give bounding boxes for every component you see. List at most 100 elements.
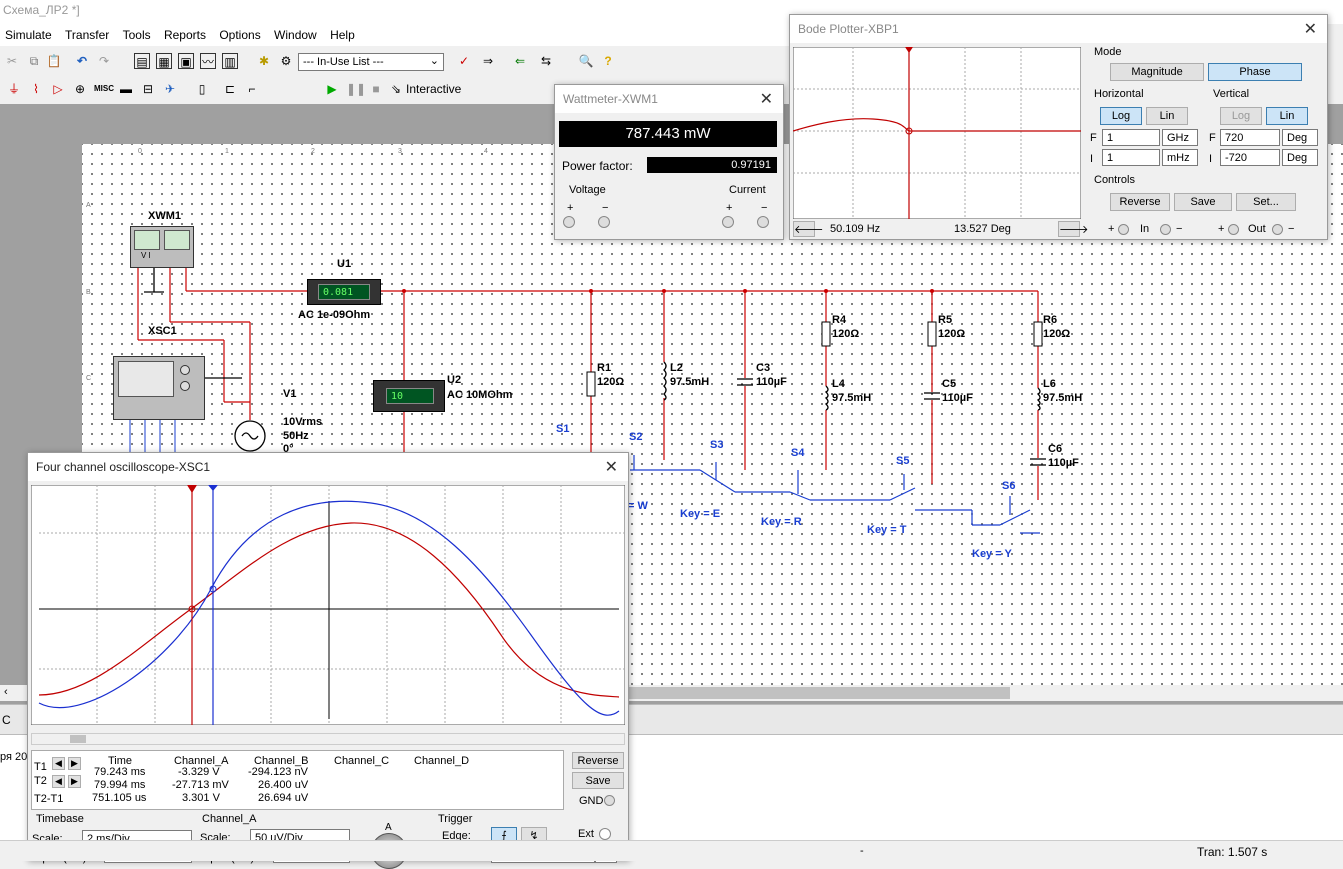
scroll-left-icon[interactable]: ‹ bbox=[4, 686, 8, 698]
label-r4: R4 bbox=[832, 314, 847, 326]
vertical-initial-input[interactable]: -720 bbox=[1220, 149, 1280, 166]
vertical-lin-button[interactable]: Lin bbox=[1266, 107, 1308, 125]
close-icon[interactable]: ✕ bbox=[1304, 19, 1317, 39]
trigger-label: Trigger bbox=[438, 813, 473, 825]
ammeter-u1[interactable]: 0.081 bbox=[307, 279, 381, 305]
status-bar: - Tran: 1.507 s bbox=[0, 840, 1343, 861]
label-c3: C3 bbox=[756, 362, 771, 374]
bode-out-minus-terminal[interactable] bbox=[1272, 224, 1283, 235]
label-s5[interactable]: S5 bbox=[896, 455, 909, 467]
bode-phase-plot[interactable] bbox=[793, 47, 1081, 219]
vertical-log-button[interactable]: Log bbox=[1220, 107, 1262, 125]
t1-right-button[interactable]: ▶ bbox=[68, 757, 81, 770]
label-v1-vrms: 10Vrms bbox=[283, 416, 323, 428]
current-minus-label: − bbox=[761, 202, 768, 214]
label-s2[interactable]: S2 bbox=[629, 431, 642, 443]
bode-out-plus: + bbox=[1218, 223, 1225, 235]
label-c6: C6 bbox=[1048, 443, 1063, 455]
oscilloscope-screen[interactable] bbox=[31, 485, 625, 725]
bode-out-plus-terminal[interactable] bbox=[1228, 224, 1239, 235]
ext-label: Ext bbox=[578, 828, 594, 840]
label-s1[interactable]: S1 bbox=[556, 423, 569, 435]
label-xsc1: XSC1 bbox=[148, 325, 177, 337]
row-t2-label: T2 bbox=[34, 775, 47, 787]
horizontal-lin-button[interactable]: Lin bbox=[1146, 107, 1188, 125]
vertical-label: Vertical bbox=[1213, 88, 1250, 100]
bode-in-plus: + bbox=[1108, 223, 1115, 235]
wattmeter-icon[interactable]: V I bbox=[130, 226, 194, 268]
label-r6-value: 120Ω bbox=[1043, 328, 1071, 340]
label-l4: L4 bbox=[832, 378, 845, 390]
gnd-terminal[interactable] bbox=[604, 795, 615, 806]
close-icon[interactable]: ✕ bbox=[605, 457, 618, 477]
bode-cursor-right-button[interactable]: 🡒 bbox=[1058, 221, 1089, 237]
bode-mode-label: Mode bbox=[1094, 46, 1122, 58]
status-middle: - bbox=[860, 845, 864, 857]
horizontal-initial-unit[interactable]: mHz bbox=[1162, 149, 1198, 166]
workspace-hscroll-thumb[interactable] bbox=[620, 687, 1010, 699]
label-u1: U1 bbox=[337, 258, 352, 270]
phase-button[interactable]: Phase bbox=[1208, 63, 1302, 81]
magnitude-button[interactable]: Magnitude bbox=[1110, 63, 1204, 81]
bode-in-plus-terminal[interactable] bbox=[1118, 224, 1129, 235]
knob-a-label: A bbox=[385, 822, 392, 833]
label-l4-value: 97.5mH bbox=[832, 392, 872, 404]
horizontal-initial-input[interactable]: 1 bbox=[1102, 149, 1160, 166]
voltage-minus-terminal[interactable] bbox=[598, 216, 610, 228]
t1-left-button[interactable]: ◀ bbox=[52, 757, 65, 770]
label-c6-value: 110µF bbox=[1048, 457, 1079, 469]
vertical-initial-unit[interactable]: Deg bbox=[1282, 149, 1318, 166]
current-minus-terminal[interactable] bbox=[757, 216, 769, 228]
oscilloscope-window: Four channel oscilloscope-XSC1 ✕ Time Cha… bbox=[27, 452, 629, 869]
label-u2: U2 bbox=[447, 374, 462, 386]
vertical-final-unit[interactable]: Deg bbox=[1282, 129, 1318, 146]
t2-t1-channel-b: 26.694 uV bbox=[258, 792, 309, 804]
voltmeter-u2[interactable]: 10 bbox=[373, 380, 445, 412]
oscilloscope-hscroll[interactable] bbox=[31, 733, 625, 745]
close-icon[interactable]: ✕ bbox=[760, 89, 773, 109]
controls-label: Controls bbox=[1094, 174, 1135, 186]
oscilloscope-titlebar[interactable]: Four channel oscilloscope-XSC1 ✕ bbox=[28, 453, 628, 481]
label-l2: L2 bbox=[670, 362, 683, 374]
oscilloscope-hscroll-thumb[interactable] bbox=[70, 735, 86, 743]
oscilloscope-icon[interactable] bbox=[113, 356, 205, 420]
current-plus-terminal[interactable] bbox=[722, 216, 734, 228]
measurement-panel: Time Channel_A Channel_B Channel_C Chann… bbox=[31, 750, 564, 810]
horizontal-log-button[interactable]: Log bbox=[1100, 107, 1142, 125]
scope-reverse-button[interactable]: Reverse bbox=[572, 752, 624, 769]
t2-left-button[interactable]: ◀ bbox=[52, 775, 65, 788]
design-tab[interactable]: C bbox=[2, 713, 11, 727]
horizontal-final-unit[interactable]: GHz bbox=[1162, 129, 1198, 146]
bode-reverse-button[interactable]: Reverse bbox=[1110, 193, 1170, 211]
h-initial-label: I bbox=[1090, 153, 1094, 165]
label-s3[interactable]: S3 bbox=[710, 439, 723, 451]
wattmeter-reading: 787.443 mW bbox=[559, 121, 777, 147]
voltage-plus-label: + bbox=[567, 202, 574, 214]
bode-titlebar[interactable]: Bode Plotter-XBP1 ✕ bbox=[790, 15, 1327, 43]
label-s6[interactable]: S6 bbox=[1002, 480, 1015, 492]
bode-in-minus-terminal[interactable] bbox=[1160, 224, 1171, 235]
label-key-w: = W bbox=[628, 500, 648, 512]
t2-t1-channel-a: 3.301 V bbox=[182, 792, 220, 804]
row-t2-t1-label: T2-T1 bbox=[34, 793, 64, 805]
t1-time: 79.243 ms bbox=[94, 766, 146, 778]
vertical-final-input[interactable]: 720 bbox=[1220, 129, 1280, 146]
bode-save-button[interactable]: Save bbox=[1174, 193, 1232, 211]
voltage-plus-terminal[interactable] bbox=[563, 216, 575, 228]
row-t1-label: T1 bbox=[34, 761, 47, 773]
bode-cursor-left-button[interactable]: 🡐 bbox=[793, 221, 824, 237]
label-r6: R6 bbox=[1043, 314, 1058, 326]
ext-trigger-terminal[interactable] bbox=[599, 828, 611, 840]
t2-right-button[interactable]: ▶ bbox=[68, 775, 81, 788]
scope-save-button[interactable]: Save bbox=[572, 772, 624, 789]
wattmeter-titlebar[interactable]: Wattmeter-XWM1 ✕ bbox=[555, 85, 783, 113]
horizontal-label: Horizontal bbox=[1094, 88, 1144, 100]
bode-in-minus: − bbox=[1176, 223, 1183, 235]
t2-t1-time: 751.105 us bbox=[92, 792, 147, 804]
label-v1-freq: 50Hz bbox=[283, 430, 309, 442]
label-key-t: Key = T bbox=[867, 524, 907, 536]
bode-set-button[interactable]: Set... bbox=[1236, 193, 1296, 211]
horizontal-final-input[interactable]: 1 bbox=[1102, 129, 1160, 146]
label-s4[interactable]: S4 bbox=[791, 447, 804, 459]
label-key-r: Key = R bbox=[761, 516, 802, 528]
